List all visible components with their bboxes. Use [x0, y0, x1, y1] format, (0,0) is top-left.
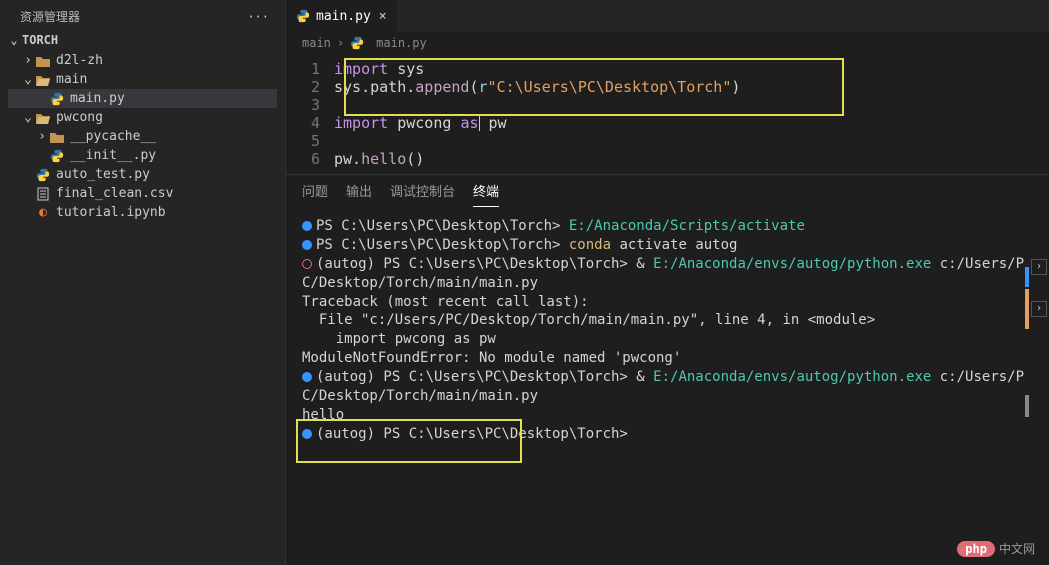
- panel-tabs: 问题 输出 调试控制台 终端: [286, 174, 1049, 207]
- terminal[interactable]: ›› PS C:\Users\PC\Desktop\Torch> E:/Anac…: [286, 207, 1049, 565]
- terminal-action-icon[interactable]: ›: [1031, 301, 1047, 317]
- chevron-down-icon: ⌄: [8, 33, 20, 47]
- python-icon: [350, 36, 364, 50]
- bullet-icon: [302, 240, 312, 250]
- bullet-icon: [302, 372, 312, 382]
- bullet-icon: [302, 221, 312, 231]
- terminal-line: (autog) PS C:\Users\PC\Desktop\Torch>: [302, 425, 1033, 444]
- code-line: import sys: [334, 60, 424, 78]
- tab-label: main.py: [316, 9, 371, 24]
- project-root[interactable]: ⌄ TORCH: [0, 29, 285, 51]
- tab-mainpy[interactable]: main.py ×: [286, 0, 398, 32]
- line-number: 1: [286, 60, 334, 78]
- terminal-line: PS C:\Users\PC\Desktop\Torch> conda acti…: [302, 236, 1033, 255]
- tree-label: auto_test.py: [56, 167, 150, 182]
- chevron-right-icon: ›: [36, 129, 48, 144]
- tree-folder-d2lzh[interactable]: › d2l-zh: [8, 51, 277, 70]
- folder-open-icon: [36, 110, 50, 125]
- line-number: 4: [286, 114, 334, 132]
- scrollbar-marker: [1025, 267, 1029, 287]
- line-number: 3: [286, 96, 334, 114]
- project-root-label: TORCH: [22, 33, 58, 47]
- tree-folder-main[interactable]: ⌄ main: [8, 70, 277, 89]
- tree-file-autotest[interactable]: auto_test.py: [8, 165, 277, 184]
- tree-label: tutorial.ipynb: [56, 205, 166, 220]
- close-icon[interactable]: ×: [379, 9, 387, 24]
- file-icon: [36, 187, 50, 201]
- watermark: php 中文网: [957, 540, 1035, 557]
- terminal-line: import pwcong as pw: [302, 330, 1033, 349]
- breadcrumb-seg: main: [302, 36, 331, 50]
- terminal-line: ModuleNotFoundError: No module named 'pw…: [302, 349, 1033, 368]
- tree-file-mainpy[interactable]: main.py: [8, 89, 277, 108]
- python-icon: [50, 92, 64, 106]
- tree-folder-pycache[interactable]: › __pycache__: [8, 127, 277, 146]
- bullet-icon: [302, 429, 312, 439]
- folder-icon: [36, 53, 50, 68]
- chevron-down-icon: ⌄: [22, 72, 34, 87]
- terminal-line: File "c:/Users/PC/Desktop/Torch/main/mai…: [302, 311, 1033, 330]
- terminal-line: (autog) PS C:\Users\PC\Desktop\Torch> & …: [302, 255, 1033, 293]
- tree-label: pwcong: [56, 110, 103, 125]
- tree-label: main: [56, 72, 87, 87]
- folder-open-icon: [36, 72, 50, 87]
- tree-file-csv[interactable]: final_clean.csv: [8, 184, 277, 203]
- explorer-more-icon[interactable]: ···: [247, 10, 269, 24]
- chevron-right-icon: ›: [22, 53, 34, 68]
- tab-terminal[interactable]: 终端: [473, 181, 499, 207]
- terminal-line: (autog) PS C:\Users\PC\Desktop\Torch> & …: [302, 368, 1033, 406]
- tree-label: final_clean.csv: [56, 186, 173, 201]
- tab-problems[interactable]: 问题: [302, 181, 328, 207]
- terminal-line: Traceback (most recent call last):: [302, 293, 1033, 312]
- watermark-text: 中文网: [999, 540, 1035, 557]
- code-line: pw.hello(): [334, 150, 424, 168]
- explorer-title: 资源管理器: [20, 8, 80, 25]
- code-editor[interactable]: 1import sys 2sys.path.append(r"C:\Users\…: [286, 54, 1049, 174]
- tree-folder-pwcong[interactable]: ⌄ pwcong: [8, 108, 277, 127]
- python-icon: [50, 149, 64, 163]
- python-icon: [36, 168, 50, 182]
- terminal-line: PS C:\Users\PC\Desktop\Torch> E:/Anacond…: [302, 217, 1033, 236]
- tree-label: main.py: [70, 91, 125, 106]
- tree-file-initpy[interactable]: __init__.py: [8, 146, 277, 165]
- tab-debug-console[interactable]: 调试控制台: [390, 181, 455, 207]
- chevron-down-icon: ⌄: [22, 110, 34, 125]
- watermark-badge: php: [957, 541, 995, 557]
- tab-bar: main.py ×: [286, 0, 1049, 32]
- explorer-sidebar: 资源管理器 ··· ⌄ TORCH › d2l-zh ⌄ main main.py …: [0, 0, 286, 565]
- code-line: sys.path.append(r"C:\Users\PC\Desktop\To…: [334, 78, 740, 96]
- tree-label: __init__.py: [70, 148, 156, 163]
- folder-icon: [50, 129, 64, 144]
- tree-file-ipynb[interactable]: ◐ tutorial.ipynb: [8, 203, 277, 222]
- scrollbar-marker: [1025, 289, 1029, 329]
- editor-area: main.py × main › main.py 1import sys 2sy…: [286, 0, 1049, 565]
- breadcrumb-seg: main.py: [376, 36, 427, 50]
- terminal-line: hello: [302, 406, 1033, 425]
- scrollbar-marker: [1025, 395, 1029, 417]
- breadcrumb[interactable]: main › main.py: [286, 32, 1049, 54]
- file-tree: › d2l-zh ⌄ main main.py ⌄ pwcong › __pycache…: [0, 51, 285, 222]
- jupyter-icon: ◐: [36, 206, 50, 220]
- line-number: 2: [286, 78, 334, 96]
- tree-label: __pycache__: [70, 129, 156, 144]
- tab-output[interactable]: 输出: [346, 181, 372, 207]
- line-number: 6: [286, 150, 334, 168]
- bullet-error-icon: [302, 259, 312, 269]
- code-line: import pwcong as pw: [334, 114, 507, 132]
- python-icon: [296, 9, 310, 23]
- line-number: 5: [286, 132, 334, 150]
- terminal-side-controls: ››: [1031, 259, 1047, 317]
- tree-label: d2l-zh: [56, 53, 103, 68]
- terminal-action-icon[interactable]: ›: [1031, 259, 1047, 275]
- chevron-right-icon: ›: [337, 36, 344, 50]
